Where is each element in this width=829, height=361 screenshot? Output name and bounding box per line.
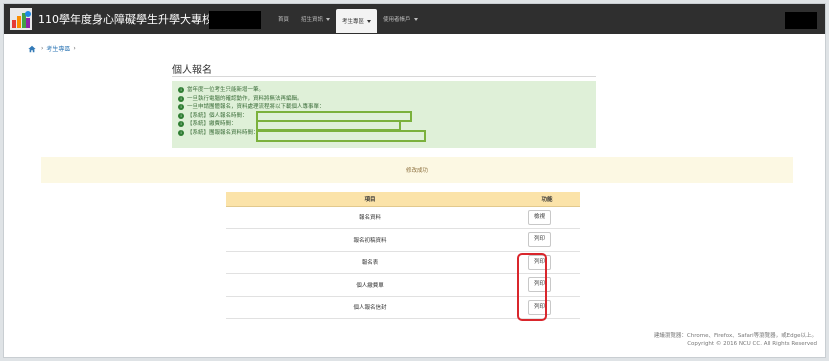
alert-message: 修改成功 bbox=[405, 168, 428, 174]
divider bbox=[172, 76, 596, 77]
table-header-row: 項目 功能 bbox=[226, 192, 580, 207]
breadcrumb-separator: › bbox=[73, 45, 76, 52]
nav-menu: 首頁 招生資訊 考生專區 使用者帳戶 bbox=[272, 4, 424, 34]
nav-item-examinee-area[interactable]: 考生專區 bbox=[336, 9, 378, 33]
note-text: 當年度一位考生只能新增一筆。 bbox=[187, 87, 265, 93]
breadcrumb: › 考生專區 › bbox=[28, 44, 79, 53]
redacted-block bbox=[209, 11, 261, 29]
highlight-box bbox=[517, 253, 547, 321]
browser-page: 110學年度身心障礙學生升學大專校院甄試 首頁 招生資訊 考生專區 使用者帳戶 … bbox=[3, 3, 826, 358]
info-icon: i bbox=[178, 130, 184, 136]
highlight-box bbox=[256, 130, 426, 142]
note-item: i 當年度一位考生只能新增一筆。 bbox=[178, 86, 596, 95]
column-header-function: 功能 bbox=[514, 192, 580, 207]
nav-item-user-account[interactable]: 使用者帳戶 bbox=[377, 4, 424, 34]
nav-item-label: 考生專區 bbox=[342, 19, 365, 25]
nav-item-label: 使用者帳戶 bbox=[383, 17, 411, 23]
row-item: 報名表 bbox=[226, 251, 514, 274]
redacted-block bbox=[785, 12, 817, 29]
caret-down-icon bbox=[367, 19, 372, 23]
note-text: 【系統】個人報名時間： bbox=[187, 112, 248, 119]
info-icon: i bbox=[178, 121, 184, 128]
table-row: 報名初稿資料 列印 bbox=[226, 228, 580, 252]
row-item: 個人繳費單 bbox=[226, 273, 514, 297]
table-row: 報名資料 檢視 bbox=[226, 206, 580, 229]
footer: 建議瀏覽器：Chrome、Firefox、Safari等瀏覽器，或Edge以上。… bbox=[654, 332, 817, 348]
print-draft-button[interactable]: 列印 bbox=[528, 232, 552, 248]
breadcrumb-section[interactable]: 考生專區 bbox=[46, 44, 70, 53]
view-button[interactable]: 檢視 bbox=[528, 209, 552, 225]
note-item: i 一旦執行電腦的確認動作，資料將無法再編輯。 bbox=[178, 95, 596, 104]
row-item: 報名初稿資料 bbox=[226, 228, 514, 252]
note-text: 【系統】團報報名資料時間： bbox=[187, 129, 259, 136]
row-item: 個人報名信封 bbox=[226, 296, 514, 319]
page-title: 個人報名 bbox=[172, 65, 212, 76]
browser-recommendation: 建議瀏覽器：Chrome、Firefox、Safari等瀏覽器，或Edge以上。 bbox=[653, 333, 817, 339]
caret-down-icon bbox=[413, 17, 418, 21]
nav-item-home[interactable]: 首頁 bbox=[272, 4, 295, 34]
info-icon: i bbox=[178, 87, 184, 94]
nav-item-admission-info[interactable]: 招生資訊 bbox=[295, 4, 336, 34]
nav-item-label: 首頁 bbox=[278, 17, 290, 23]
nav-item-label: 招生資訊 bbox=[301, 17, 324, 23]
breadcrumb-separator: › bbox=[41, 45, 44, 52]
site-logo-icon bbox=[10, 8, 32, 30]
info-icon: i bbox=[178, 113, 184, 119]
success-alert: 修改成功 bbox=[41, 157, 793, 183]
note-text: 【系統】繳費時間： bbox=[187, 121, 237, 127]
note-text: 一旦執行電腦的確認動作，資料將無法再編輯。 bbox=[187, 95, 303, 102]
caret-down-icon bbox=[326, 17, 331, 21]
copyright: Copyright © 2016 NCU CC. All Rights Rese… bbox=[687, 341, 817, 347]
info-icon: i bbox=[178, 104, 184, 111]
info-icon: i bbox=[178, 96, 184, 102]
row-item: 報名資料 bbox=[226, 206, 514, 229]
home-icon[interactable] bbox=[28, 45, 36, 53]
top-navbar: 110學年度身心障礙學生升學大專校院甄試 首頁 招生資訊 考生專區 使用者帳戶 bbox=[4, 4, 825, 34]
column-header-item: 項目 bbox=[226, 192, 514, 207]
